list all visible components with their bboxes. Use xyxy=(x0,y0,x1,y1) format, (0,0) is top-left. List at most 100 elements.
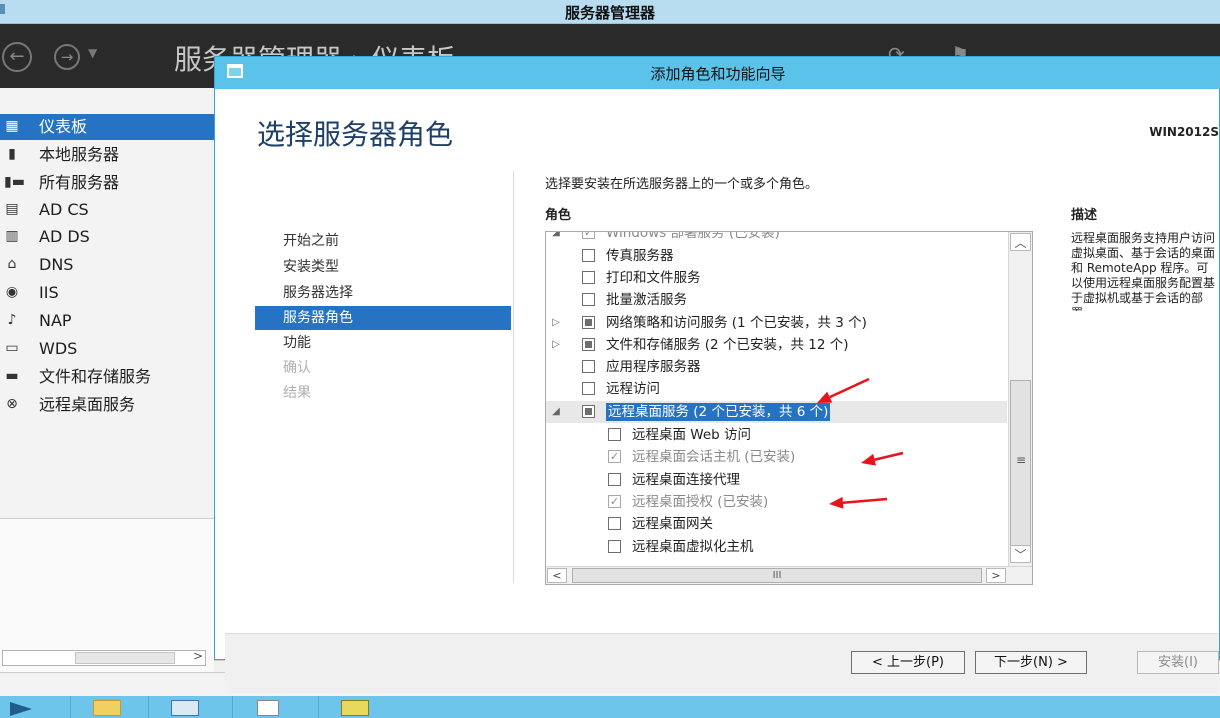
sidebar-item-file-storage[interactable]: ▬ 文件和存储服务 xyxy=(0,364,214,390)
sidebar-item-label: 远程桌面服务 xyxy=(39,395,136,414)
expand-icon[interactable]: ▷ xyxy=(550,334,562,356)
role-label: 远程访问 xyxy=(606,381,660,397)
install-button[interactable]: 安装(I) xyxy=(1137,651,1219,674)
role-row[interactable]: ◢ 远程桌面服务 (2 个已安装，共 6 个) xyxy=(546,401,1007,423)
sidebar-item-label: WDS xyxy=(39,339,78,358)
role-checkbox[interactable] xyxy=(608,473,621,486)
role-checkbox[interactable] xyxy=(582,293,595,306)
wizard-step[interactable]: 开始之前 xyxy=(255,229,511,253)
iis-icon: ◉ xyxy=(5,284,19,300)
role-row[interactable]: ✓ 远程桌面授权 (已安装) xyxy=(546,491,1007,513)
ad-cs-icon: ▤ xyxy=(5,201,19,217)
roles-tree-list[interactable]: ◢ ✓ Windows 部署服务 (已安装) 传真服务器 打印和文件服务 批量激活服务 ▷ 网… xyxy=(545,231,1033,585)
sidebar: ▦ 仪表板 ▮ 本地服务器 ▮▬ 所有服务器 ▤ AD CS ▥ AD DS ⌂ DNS ◉ IIS ♪ NA… xyxy=(0,88,214,518)
scroll-thumb[interactable]: III xyxy=(572,568,982,583)
roles-vertical-scrollbar[interactable]: ︿ ≡ ﹀ xyxy=(1008,232,1032,566)
role-label: 应用程序服务器 xyxy=(606,359,701,375)
role-checkbox[interactable] xyxy=(608,540,621,553)
previous-button[interactable]: < 上一步(P) xyxy=(851,651,965,674)
role-row[interactable]: ✓ 远程桌面会话主机 (已安装) xyxy=(546,446,1007,468)
scroll-thumb[interactable]: ≡ xyxy=(1010,380,1031,546)
role-checkbox[interactable] xyxy=(582,338,595,351)
sidebar-item-remote-desktop[interactable]: ⊗ 远程桌面服务 xyxy=(0,392,214,418)
powershell-icon[interactable] xyxy=(0,696,40,718)
role-row[interactable]: 应用程序服务器 xyxy=(546,356,1007,378)
role-checkbox: ✓ xyxy=(608,450,621,463)
role-checkbox[interactable] xyxy=(582,405,595,418)
ad-ds-icon: ▥ xyxy=(5,228,19,244)
collapse-icon[interactable]: ◢ xyxy=(550,232,562,244)
tools-icon[interactable] xyxy=(318,696,388,718)
role-row[interactable]: ◢ ✓ Windows 部署服务 (已安装) xyxy=(546,232,1007,244)
expand-icon[interactable]: ▷ xyxy=(550,312,562,334)
collapse-icon[interactable]: ◢ xyxy=(550,401,562,423)
scroll-up-icon[interactable]: ︿ xyxy=(1010,233,1031,251)
file-explorer-icon[interactable] xyxy=(70,696,140,718)
sidebar-horizontal-scrollbar[interactable]: > xyxy=(2,649,206,666)
server-manager-icon[interactable] xyxy=(148,696,218,718)
role-label: 远程桌面授权 (已安装) xyxy=(632,494,769,510)
role-checkbox[interactable] xyxy=(608,517,621,530)
history-dropdown-icon[interactable]: ▼ xyxy=(88,46,97,60)
wizard-step[interactable]: 安装类型 xyxy=(255,255,511,279)
wizard-step: 确认 xyxy=(283,360,311,376)
role-row[interactable]: 远程桌面网关 xyxy=(546,513,1007,535)
role-row[interactable]: 批量激活服务 xyxy=(546,289,1007,311)
role-row[interactable]: 远程访问 xyxy=(546,378,1007,400)
role-checkbox[interactable] xyxy=(582,382,595,395)
sidebar-item-wds[interactable]: ▭ WDS xyxy=(0,336,214,362)
remote-desktop-icon: ⊗ xyxy=(6,396,18,412)
role-row[interactable]: 打印和文件服务 xyxy=(546,267,1007,289)
forward-icon[interactable]: → xyxy=(54,44,80,70)
dns-icon: ⌂ xyxy=(7,256,17,272)
role-label: 远程桌面连接代理 xyxy=(632,472,740,488)
sidebar-item-dns[interactable]: ⌂ DNS xyxy=(0,252,214,278)
roles-horizontal-scrollbar[interactable]: < III > xyxy=(546,566,1032,584)
target-server-name: WIN2012S xyxy=(1149,125,1219,139)
taskbar xyxy=(0,696,1220,718)
notepad-icon[interactable] xyxy=(232,696,302,718)
role-label: 传真服务器 xyxy=(606,248,674,264)
scroll-right-icon[interactable]: > xyxy=(986,568,1006,583)
back-icon[interactable]: ← xyxy=(2,42,32,72)
wizard-step[interactable]: 服务器角色 xyxy=(255,306,511,330)
role-checkbox[interactable] xyxy=(608,428,621,441)
sidebar-item-servers[interactable]: ▮▬ 所有服务器 xyxy=(0,170,214,196)
scroll-thumb[interactable] xyxy=(75,652,175,664)
dialog-title: 添加角色和功能向导 xyxy=(650,65,786,83)
nap-icon: ♪ xyxy=(7,312,17,328)
role-row[interactable]: 远程桌面虚拟化主机 xyxy=(546,536,1007,558)
scroll-left-icon[interactable]: < xyxy=(547,568,567,583)
sidebar-item-dashboard[interactable]: ▦ 仪表板 xyxy=(0,114,214,140)
sidebar-item-nap[interactable]: ♪ NAP xyxy=(0,308,214,334)
role-checkbox[interactable] xyxy=(582,316,595,329)
role-checkbox[interactable] xyxy=(582,249,595,262)
role-checkbox: ✓ xyxy=(608,495,621,508)
wizard-step[interactable]: 功能 xyxy=(255,331,511,355)
sidebar-item-iis[interactable]: ◉ IIS xyxy=(0,280,214,306)
role-row[interactable]: ▷ 文件和存储服务 (2 个已安装，共 12 个) xyxy=(546,334,1007,356)
role-row[interactable]: 传真服务器 xyxy=(546,245,1007,267)
next-button[interactable]: 下一步(N) > xyxy=(975,651,1087,674)
dashboard-icon: ▦ xyxy=(5,118,19,134)
role-row[interactable]: ▷ 网络策略和访问服务 (1 个已安装，共 3 个) xyxy=(546,312,1007,334)
sidebar-item-ad-cs[interactable]: ▤ AD CS xyxy=(0,197,214,223)
wizard-step[interactable]: 服务器选择 xyxy=(255,281,511,305)
scroll-down-icon[interactable]: ﹀ xyxy=(1010,545,1031,563)
sidebar-item-label: AD CS xyxy=(39,200,89,219)
role-row[interactable]: 远程桌面 Web 访问 xyxy=(546,424,1007,446)
sidebar-item-ad-ds[interactable]: ▥ AD DS xyxy=(0,224,214,250)
role-label: 网络策略和访问服务 (1 个已安装，共 3 个) xyxy=(606,315,867,331)
role-checkbox[interactable] xyxy=(582,360,595,373)
wds-icon: ▭ xyxy=(5,340,19,356)
role-checkbox[interactable] xyxy=(582,271,595,284)
role-row[interactable]: 远程桌面连接代理 xyxy=(546,469,1007,491)
sidebar-item-label: 仪表板 xyxy=(39,117,88,136)
sidebar-item-server[interactable]: ▮ 本地服务器 xyxy=(0,142,214,168)
role-label: 远程桌面服务 (2 个已安装，共 6 个) xyxy=(606,403,831,421)
scroll-right-icon[interactable]: > xyxy=(193,649,203,663)
role-label: 打印和文件服务 xyxy=(606,270,701,286)
scroll-grip-icon: ≡ xyxy=(1016,453,1027,467)
dialog-body: 选择服务器角色 WIN2012S 开始之前 安装类型 服务器选择 服务器角色 功能 确认结… xyxy=(225,89,1219,693)
server-icon: ▮ xyxy=(8,146,16,162)
